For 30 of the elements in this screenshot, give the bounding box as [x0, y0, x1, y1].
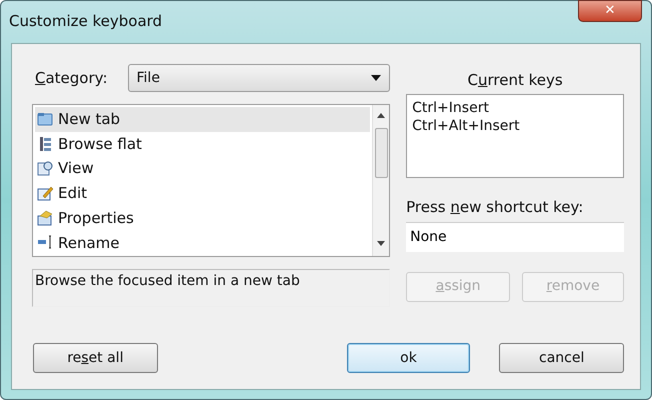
new-shortcut-label: Press new shortcut key:	[406, 197, 584, 218]
ok-button[interactable]: ok	[346, 343, 470, 373]
reset-all-button[interactable]: reset all	[33, 343, 158, 373]
scroll-up-icon[interactable]	[377, 113, 386, 118]
magnifier-document-icon	[37, 160, 54, 178]
cancel-button[interactable]: cancel	[499, 343, 624, 373]
tree-icon	[37, 136, 54, 153]
command-item[interactable]: Edit	[35, 181, 370, 206]
window-title: Customize keyboard	[9, 11, 162, 32]
key-entry[interactable]: Ctrl+Insert	[412, 99, 618, 117]
key-entry[interactable]: Ctrl+Alt+Insert	[412, 117, 618, 135]
category-dropdown[interactable]: File	[128, 64, 390, 92]
scrollbar-thumb[interactable]	[374, 128, 388, 178]
rename-icon	[37, 234, 54, 252]
command-item[interactable]: Properties	[35, 206, 370, 230]
description-text: Browse the focused item in a new tab	[35, 273, 300, 289]
command-item[interactable]: New tab	[35, 107, 370, 132]
scrollbar[interactable]	[372, 105, 390, 256]
scroll-down-icon[interactable]	[377, 241, 386, 246]
category-label: Category:	[35, 68, 108, 89]
command-item[interactable]: Rename	[35, 230, 370, 256]
pencil-document-icon	[37, 184, 54, 202]
command-item[interactable]: Browse flat	[35, 132, 370, 156]
current-keys-label: Current keys	[467, 71, 563, 89]
current-keys-list[interactable]: Ctrl+Insert Ctrl+Alt+Insert	[406, 94, 624, 178]
command-item[interactable]: View	[35, 156, 370, 182]
properties-icon	[37, 210, 54, 227]
dropdown-arrow-icon	[371, 75, 382, 81]
folder-icon	[37, 110, 54, 128]
shortcut-input-field[interactable]: None	[406, 222, 624, 252]
